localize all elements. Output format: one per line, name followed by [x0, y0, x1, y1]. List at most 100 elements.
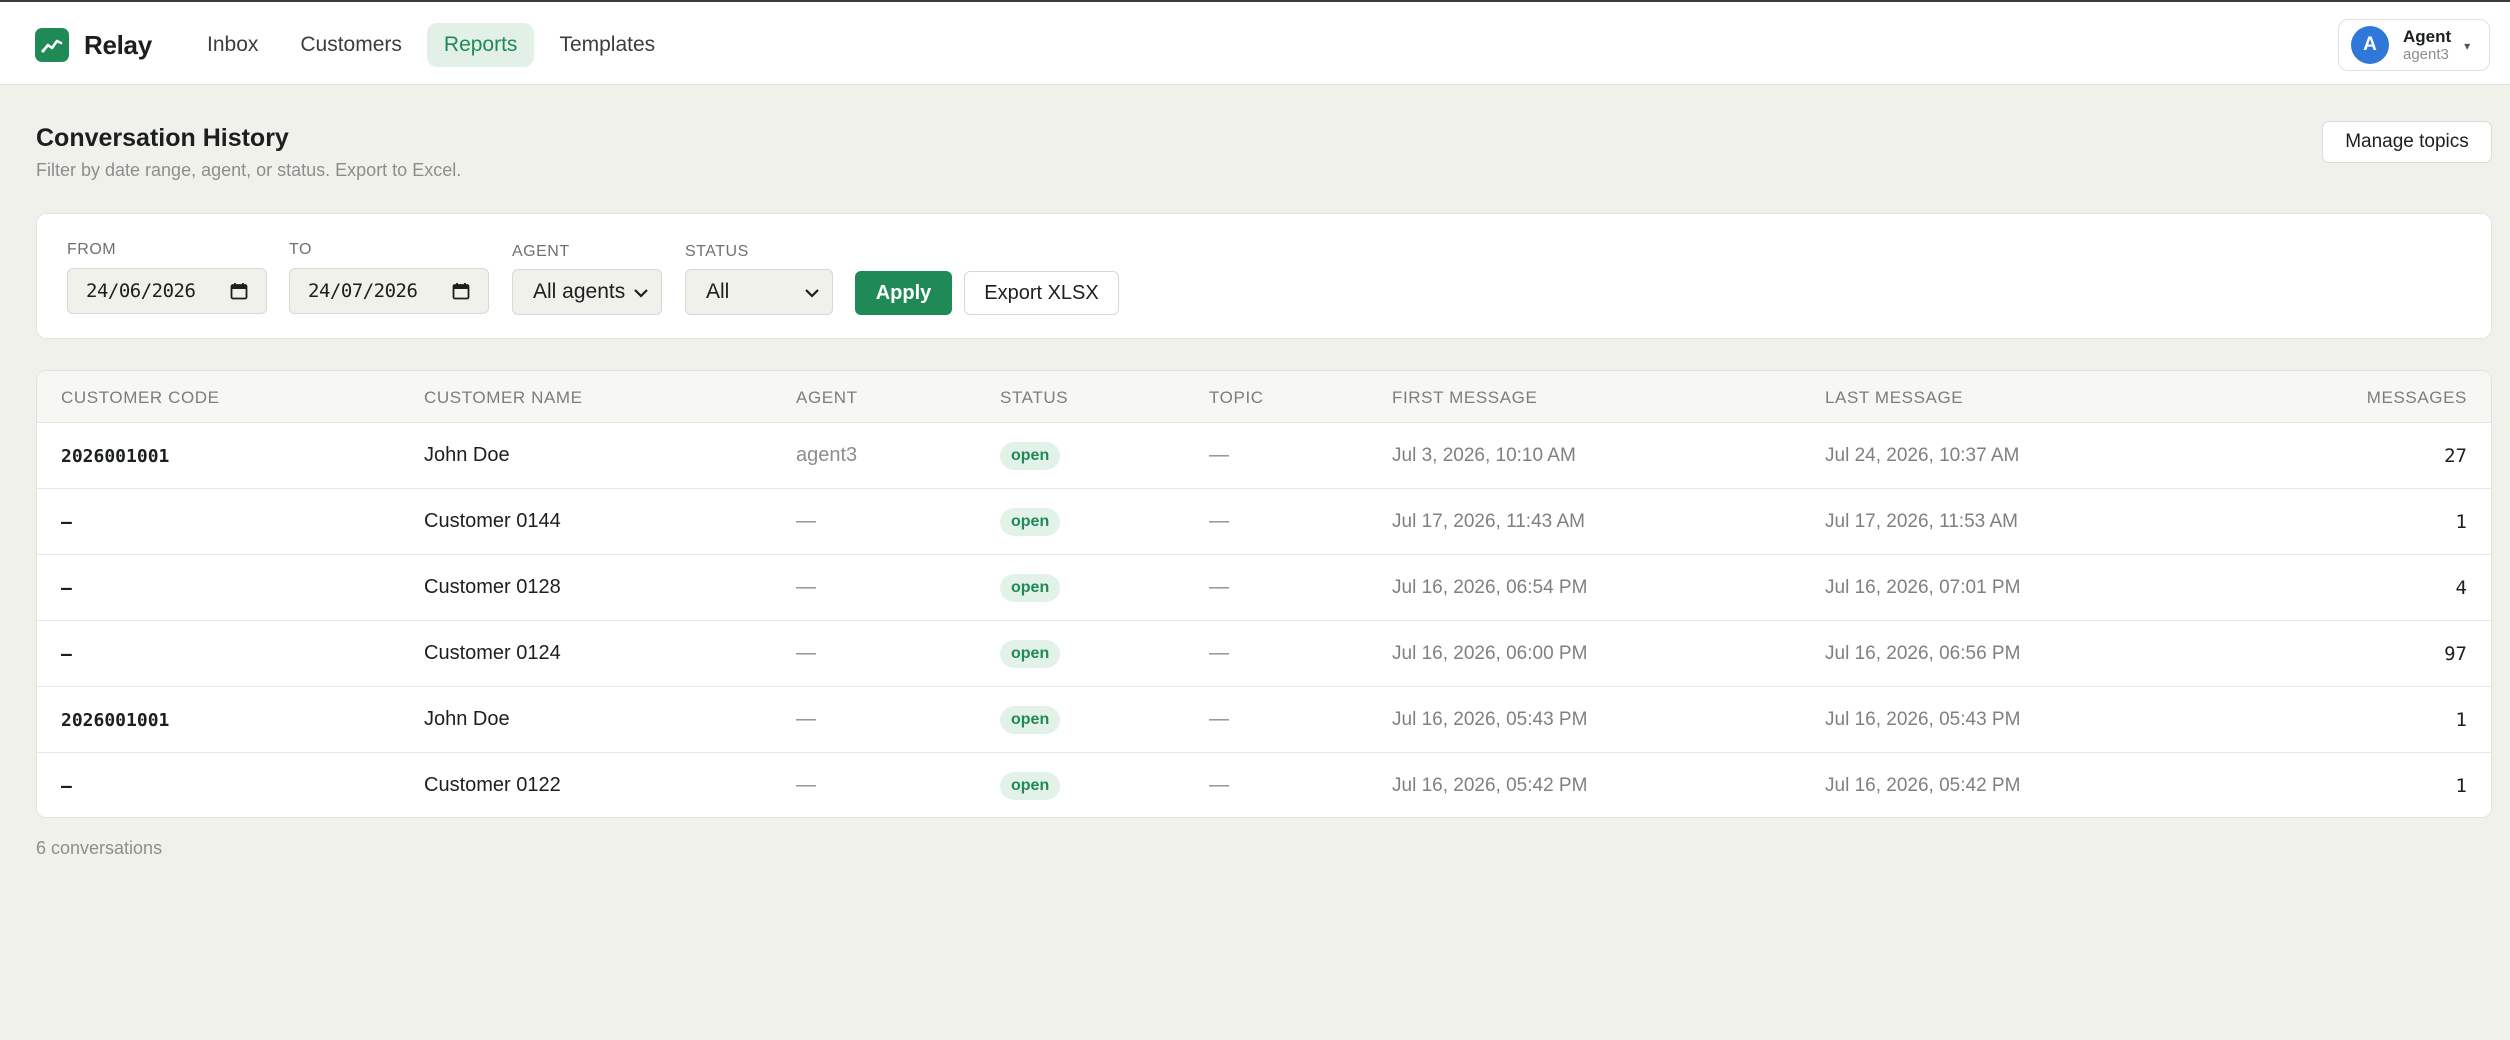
cell-customer-name: John Doe [424, 444, 510, 466]
status-badge: open [1000, 706, 1061, 734]
cell-customer-code: 2026001001 [61, 710, 170, 731]
cell-messages: 97 [2444, 643, 2467, 665]
cell-agent: — [796, 642, 816, 664]
to-date-input[interactable]: 24/07/2026 [289, 268, 489, 314]
cell-customer-code: 2026001001 [61, 446, 170, 467]
cell-customer-code: – [61, 512, 72, 533]
cell-first-message: Jul 16, 2026, 06:00 PM [1392, 643, 1588, 664]
page-subtitle: Filter by date range, agent, or status. … [36, 160, 462, 180]
status-select[interactable]: All [685, 269, 833, 315]
cell-messages: 1 [2455, 511, 2467, 533]
brand-name: Relay [84, 29, 152, 60]
cell-topic: — [1209, 444, 1229, 466]
from-date-input[interactable]: 24/06/2026 [67, 268, 267, 314]
to-date-value: 24/07/2026 [308, 280, 418, 302]
relay-logo-icon [35, 28, 69, 62]
apply-button[interactable]: Apply [855, 271, 952, 315]
header-agent[interactable]: AGENT [796, 388, 858, 408]
cell-customer-code: – [61, 578, 72, 599]
table-row[interactable]: 2026001001 John Doe agent3 open — Jul 3,… [37, 423, 2491, 489]
export-xlsx-button[interactable]: Export XLSX [964, 271, 1119, 315]
cell-last-message: Jul 17, 2026, 11:53 AM [1825, 511, 2018, 532]
cell-last-message: Jul 16, 2026, 06:56 PM [1825, 643, 2021, 664]
page-title: Conversation History [36, 124, 289, 152]
cell-last-message: Jul 24, 2026, 10:37 AM [1825, 445, 2020, 466]
header-topic[interactable]: TOPIC [1209, 388, 1264, 408]
cell-agent: — [796, 510, 816, 532]
agent-select[interactable]: All agents [512, 269, 662, 315]
table-row[interactable]: – Customer 0128 — open — Jul 16, 2026, 0… [37, 555, 2491, 621]
nav-item-reports[interactable]: Reports [426, 23, 535, 67]
table-row[interactable]: – Customer 0122 — open — Jul 16, 2026, 0… [37, 753, 2491, 817]
cell-customer-name: Customer 0128 [424, 576, 561, 598]
cell-topic: — [1209, 708, 1229, 730]
cell-topic: — [1209, 510, 1229, 532]
cell-first-message: Jul 3, 2026, 10:10 AM [1392, 445, 1576, 466]
brand[interactable]: Relay [35, 28, 152, 62]
header-customer-code[interactable]: CUSTOMER CODE [61, 388, 220, 408]
cell-agent: agent3 [796, 444, 858, 466]
cell-customer-name: Customer 0124 [424, 642, 561, 664]
calendar-icon[interactable] [230, 282, 248, 300]
avatar: A [2351, 26, 2389, 64]
table-row[interactable]: – Customer 0124 — open — Jul 16, 2026, 0… [37, 621, 2491, 687]
cell-customer-code: – [61, 776, 72, 797]
calendar-icon[interactable] [452, 282, 470, 300]
status-badge: open [1000, 442, 1061, 470]
cell-customer-name: John Doe [424, 708, 510, 730]
table-row[interactable]: 2026001001 John Doe — open — Jul 16, 202… [37, 687, 2491, 753]
user-name: Agent [2403, 26, 2452, 46]
conversation-count: 6 conversations [36, 838, 163, 858]
filter-panel: FROM 24/06/2026 TO 24/07/2026 AGENT All … [36, 213, 2492, 339]
chevron-down-icon [634, 289, 648, 298]
nav-item-templates[interactable]: Templates [542, 23, 672, 67]
cell-messages: 4 [2455, 577, 2467, 599]
caret-down-icon: ▾ [2464, 39, 2471, 53]
cell-first-message: Jul 16, 2026, 05:43 PM [1392, 709, 1588, 730]
cell-first-message: Jul 16, 2026, 05:42 PM [1392, 775, 1588, 796]
cell-messages: 1 [2455, 709, 2467, 731]
cell-agent: — [796, 708, 816, 730]
to-label: TO [289, 241, 312, 258]
from-date-value: 24/06/2026 [86, 280, 196, 302]
cell-first-message: Jul 17, 2026, 11:43 AM [1392, 511, 1585, 532]
status-badge: open [1000, 508, 1061, 536]
nav-item-inbox[interactable]: Inbox [190, 23, 275, 67]
status-badge: open [1000, 772, 1061, 800]
user-menu[interactable]: A Agent agent3 ▾ [2338, 19, 2490, 71]
header-first-message[interactable]: FIRST MESSAGE [1392, 388, 1537, 408]
status-label: STATUS [685, 243, 749, 260]
conversations-table: CUSTOMER CODE CUSTOMER NAME AGENT STATUS… [36, 370, 2492, 818]
header-messages[interactable]: MESSAGES [2367, 388, 2467, 408]
cell-customer-name: Customer 0122 [424, 774, 561, 796]
user-username: agent3 [2403, 46, 2449, 64]
table-row[interactable]: – Customer 0144 — open — Jul 17, 2026, 1… [37, 489, 2491, 555]
cell-agent: — [796, 576, 816, 598]
status-badge: open [1000, 640, 1061, 668]
nav-item-customers[interactable]: Customers [283, 23, 419, 67]
manage-topics-button[interactable]: Manage topics [2322, 121, 2492, 163]
cell-messages: 1 [2455, 775, 2467, 797]
cell-topic: — [1209, 774, 1229, 796]
table-header: CUSTOMER CODE CUSTOMER NAME AGENT STATUS… [37, 371, 2491, 423]
status-badge: open [1000, 574, 1061, 602]
header-last-message[interactable]: LAST MESSAGE [1825, 388, 1963, 408]
cell-last-message: Jul 16, 2026, 07:01 PM [1825, 577, 2021, 598]
chevron-down-icon [805, 289, 819, 298]
agent-label: AGENT [512, 243, 570, 260]
main-nav: Inbox Customers Reports Templates [190, 23, 672, 67]
cell-last-message: Jul 16, 2026, 05:42 PM [1825, 775, 2021, 796]
cell-customer-name: Customer 0144 [424, 510, 561, 532]
cell-last-message: Jul 16, 2026, 05:43 PM [1825, 709, 2021, 730]
header-status[interactable]: STATUS [1000, 388, 1068, 408]
cell-first-message: Jul 16, 2026, 06:54 PM [1392, 577, 1588, 598]
header-customer-name[interactable]: CUSTOMER NAME [424, 388, 583, 408]
from-label: FROM [67, 241, 117, 258]
status-select-value: All [706, 280, 730, 303]
cell-customer-code: – [61, 644, 72, 665]
cell-agent: — [796, 774, 816, 796]
agent-select-value: All agents [533, 280, 626, 303]
cell-topic: — [1209, 576, 1229, 598]
top-navbar: Relay Inbox Customers Reports Templates … [0, 0, 2510, 85]
user-info: Agent agent3 [2403, 27, 2451, 64]
